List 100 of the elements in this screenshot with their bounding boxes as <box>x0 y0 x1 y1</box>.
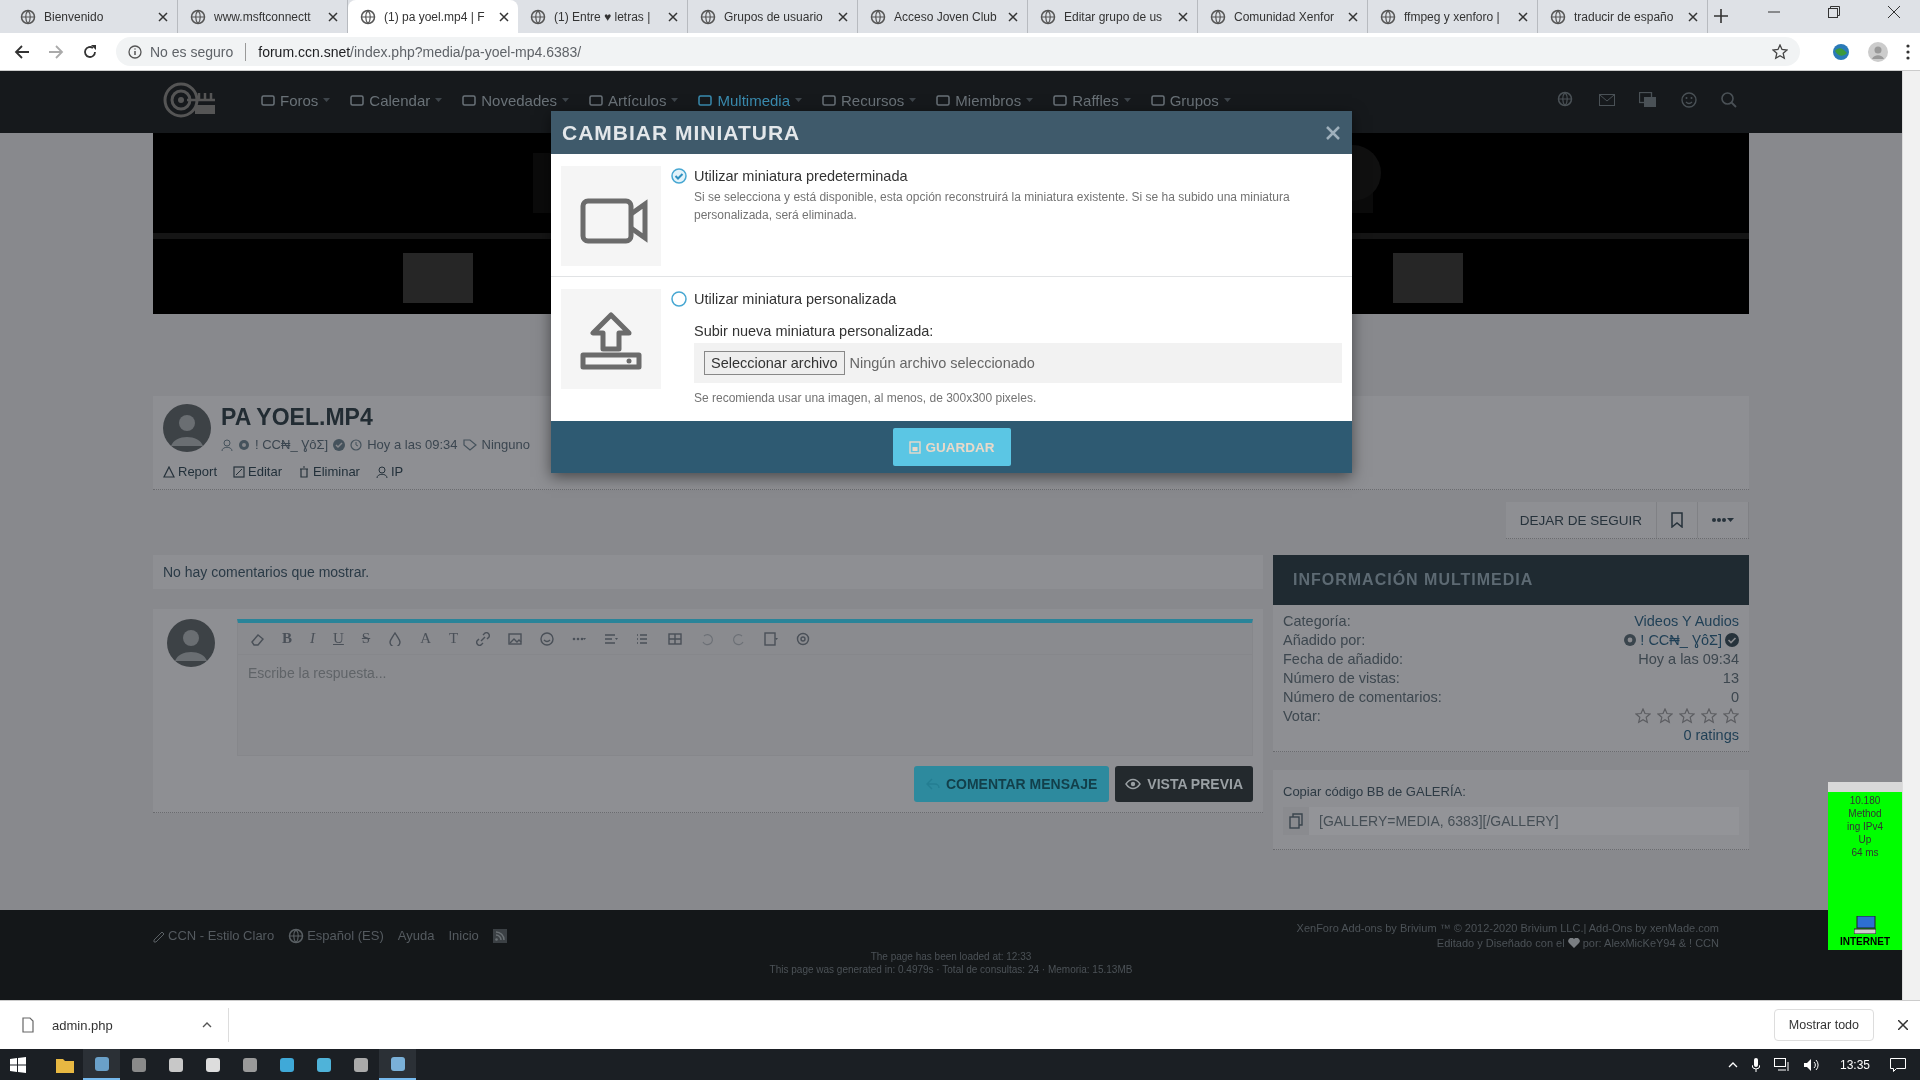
action-link[interactable]: IP <box>375 464 404 479</box>
widget-text: Method <box>1847 807 1883 820</box>
windows-icon[interactable] <box>10 1056 26 1073</box>
mail-icon[interactable] <box>1599 94 1615 106</box>
nav-tab[interactable]: Foros <box>261 91 331 109</box>
nav-tab[interactable]: Raffles <box>1053 91 1131 109</box>
preview-button[interactable]: VISTA PREVIA <box>1115 766 1253 802</box>
footer-link[interactable]: Ayuda <box>397 928 435 943</box>
smiley-icon[interactable] <box>540 631 555 646</box>
choose-file-button[interactable]: Seleccionar archivo <box>704 351 845 375</box>
empty-star-icon[interactable] <box>1723 708 1739 724</box>
notification-icon[interactable] <box>1890 1057 1906 1072</box>
close-icon[interactable] <box>1688 11 1698 22</box>
forward-icon[interactable] <box>48 43 64 60</box>
bbcode-field[interactable]: [GALLERY=MEDIA, 6383][/GALLERY] <box>1283 807 1739 835</box>
search-icon[interactable] <box>1721 92 1737 108</box>
footer-link[interactable]: Español (ES) <box>288 927 384 944</box>
nav-tab[interactable]: Novedades <box>462 91 570 109</box>
download-item[interactable]: admin.php <box>0 1017 228 1033</box>
app-icon[interactable] <box>240 1056 259 1073</box>
empty-star-icon[interactable] <box>1701 708 1717 724</box>
empty-star-icon[interactable] <box>1657 708 1673 724</box>
nav-tab[interactable]: Calendar <box>350 91 443 109</box>
clock-text[interactable]: 13:35 <box>1839 1057 1870 1072</box>
footer-link[interactable]: Inicio <box>448 928 479 943</box>
radio-label[interactable]: Utilizar miniatura personalizada <box>694 291 897 307</box>
empty-star-icon[interactable] <box>1679 708 1695 724</box>
action-link[interactable]: Eliminar <box>298 464 360 479</box>
table-icon[interactable] <box>668 631 683 646</box>
eraser-icon[interactable] <box>250 631 264 646</box>
format-button[interactable]: U <box>333 630 344 647</box>
close-icon[interactable] <box>1518 11 1528 22</box>
nav-tab[interactable]: Grupos <box>1150 91 1231 109</box>
back-icon[interactable] <box>14 43 30 60</box>
format-button[interactable]: T <box>449 630 459 647</box>
close-icon[interactable] <box>838 11 848 22</box>
format-button[interactable]: I <box>310 630 315 647</box>
chevron-up-icon[interactable] <box>1727 1061 1738 1068</box>
show-all-button[interactable]: Mostrar todo <box>1773 1009 1874 1041</box>
user-icon <box>221 438 233 451</box>
app-icon[interactable] <box>351 1056 370 1073</box>
link-icon[interactable] <box>476 631 491 646</box>
image-icon[interactable] <box>508 631 523 646</box>
close-icon[interactable] <box>499 11 509 22</box>
microphone-icon[interactable] <box>1751 1057 1760 1072</box>
folder-icon[interactable] <box>55 1056 74 1073</box>
menu-icon[interactable] <box>1906 43 1910 60</box>
rss-icon[interactable] <box>492 928 507 943</box>
restore-icon[interactable] <box>1828 5 1840 18</box>
close-icon[interactable] <box>1008 11 1018 22</box>
format-button[interactable]: A <box>420 630 432 647</box>
drop-icon[interactable] <box>388 631 403 646</box>
app-icon[interactable] <box>388 1055 407 1072</box>
scrollbar[interactable] <box>1902 71 1920 1000</box>
app-icon[interactable] <box>314 1056 333 1073</box>
author-link[interactable]: ! CC₦_ ƔôΣ] <box>255 437 329 452</box>
smiley-icon[interactable] <box>1681 92 1697 108</box>
app-icon[interactable] <box>203 1056 222 1073</box>
network-icon[interactable] <box>1773 1057 1790 1072</box>
user-link[interactable]: ! CC₦_ ƔôΣ] <box>1640 632 1722 648</box>
nav-tab[interactable]: Miembros <box>936 91 1034 109</box>
ratings-link[interactable]: 0 ratings <box>1683 727 1739 743</box>
nav-tab[interactable]: Multimedia <box>698 91 802 109</box>
footer-link[interactable]: CCN - Estilo Claro <box>153 928 275 943</box>
reload-icon[interactable] <box>82 43 98 60</box>
radio-label[interactable]: Utilizar miniatura predeterminada <box>694 168 908 184</box>
profile-icon[interactable] <box>1868 41 1888 62</box>
close-icon[interactable] <box>668 11 678 22</box>
globe-icon[interactable] <box>1557 91 1575 109</box>
extension-icon[interactable] <box>1832 42 1850 61</box>
browser-tab[interactable]: (1) pa yoel.mp4 | F <box>348 0 518 33</box>
app-icon[interactable] <box>166 1056 185 1073</box>
file-field[interactable]: Seleccionar archivo Ningún archivo seleccionado <box>694 343 1342 383</box>
nav-icon <box>822 93 836 107</box>
close-icon[interactable] <box>1898 1020 1908 1030</box>
info-link[interactable]: Videos Y Audios <box>1634 613 1739 629</box>
info-value: 13 <box>1722 670 1739 686</box>
action-link[interactable]: Editar <box>233 464 282 479</box>
close-icon[interactable] <box>1888 5 1900 18</box>
close-icon[interactable] <box>158 11 168 22</box>
star-icon[interactable] <box>1772 43 1788 60</box>
caret-icon <box>1026 98 1034 102</box>
empty-star-icon[interactable] <box>1635 708 1651 724</box>
volume-icon[interactable] <box>1803 1057 1820 1072</box>
nav-tab[interactable]: Recursos <box>822 91 917 109</box>
radio-button[interactable] <box>671 168 687 184</box>
close-icon[interactable] <box>1348 11 1358 22</box>
chat-icon[interactable] <box>1639 92 1657 108</box>
action-link[interactable]: Report <box>163 464 218 479</box>
format-button[interactable]: B <box>282 630 292 647</box>
logo-icon[interactable] <box>163 80 217 120</box>
close-icon[interactable] <box>1178 11 1188 22</box>
new-tab-icon[interactable] <box>1714 9 1728 23</box>
format-button[interactable]: S <box>361 630 371 647</box>
app-icon[interactable] <box>277 1056 296 1073</box>
address-field[interactable]: No es seguro forum.ccn.snet/index.php?media/pa-yoel-mp4.6383/ <box>116 37 1800 66</box>
radio-button[interactable] <box>671 291 687 307</box>
close-icon[interactable] <box>328 11 338 22</box>
nav-tab[interactable]: Artículos <box>589 91 679 109</box>
submit-button[interactable]: COMENTAR MENSAJE <box>913 766 1110 802</box>
